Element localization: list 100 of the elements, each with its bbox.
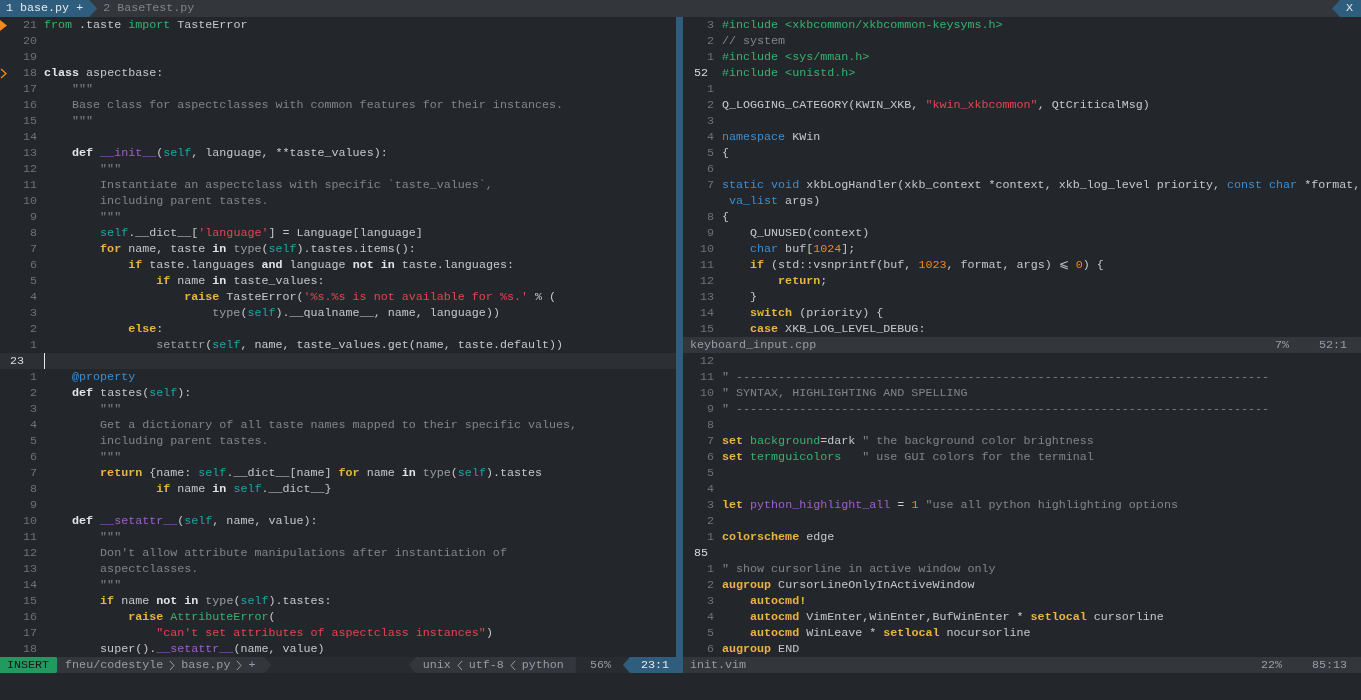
line-number: 17 [21, 81, 37, 97]
code-line: augroup END [722, 641, 800, 657]
code-line: else: [127, 321, 164, 337]
code-line: if name not in type(self).tastes: [99, 593, 332, 609]
code-line: let python_highlight_all = 1 "use all python highlighting options [722, 497, 1178, 513]
code-line: return {name: self.__dict__[name] for name in type(self).tastes [99, 465, 543, 481]
scroll-percent: 56% [588, 657, 612, 673]
tab[interactable]: 1 base.py + [0, 0, 98, 17]
line-number: 3 [706, 113, 714, 129]
line-number: 12 [21, 161, 37, 177]
line-number: 7 [706, 177, 714, 193]
line-number: 5 [29, 273, 37, 289]
line-number: 10 [698, 385, 714, 401]
code-line: namespace KWin [722, 129, 821, 145]
code-line: from .taste import TasteError [44, 17, 248, 33]
cursor-position: 85:13 [1311, 657, 1347, 673]
line-number: 14 [21, 129, 37, 145]
line-number: 18 [21, 65, 37, 81]
line-number: 12 [698, 353, 714, 369]
code-line: set termguicolors " use GUI colors for the terminal [722, 449, 1094, 465]
line-number: 1 [706, 81, 714, 97]
code-line: """ [99, 449, 122, 465]
code-line: """ [99, 209, 122, 225]
line-number: 12 [21, 545, 37, 561]
line-number: 11 [21, 177, 37, 193]
line-number: 4 [706, 609, 714, 625]
path-label: + [248, 657, 256, 673]
code-line: """ [99, 529, 122, 545]
code-line: including parent tastes. [99, 433, 269, 449]
code-line: """ [99, 401, 122, 417]
code-line: " ---------------------------------------------------------------------------- [722, 369, 1270, 385]
code-line: #include <unistd.h> [722, 65, 856, 81]
code-line: including parent tastes. [99, 193, 269, 209]
chevron-left-icon [509, 659, 516, 671]
text-cursor [44, 353, 45, 369]
code-line: Q_LOGGING_CATEGORY(KWIN_XKB, "kwin_xkbcommon", QtCriticalMsg) [722, 97, 1150, 113]
line-number: 2 [29, 385, 37, 401]
line-number: 4 [706, 481, 714, 497]
code-line: """ [99, 577, 122, 593]
code-line: #include <sys/mman.h> [722, 49, 870, 65]
file-info: unix [422, 657, 451, 673]
line-number: 20 [21, 33, 37, 49]
line-number: 1 [706, 561, 714, 577]
tab[interactable]: 2 BaseTest.py [97, 0, 209, 17]
line-number: 7 [29, 241, 37, 257]
line-number: 15 [21, 113, 37, 129]
line-number: 18 [21, 641, 37, 657]
code-line: "can't set attributes of aspectclass instances") [155, 625, 493, 641]
code-line: self.__dict__['language'] = Language[language] [99, 225, 423, 241]
line-number: 5 [706, 465, 714, 481]
line-number: 4 [29, 289, 37, 305]
line-number: 3 [706, 593, 714, 609]
code-line: autocmd WinLeave * setlocal nocursorline [749, 625, 1031, 641]
line-number: 12 [698, 273, 714, 289]
line-number: 4 [29, 417, 37, 433]
code-line: " SYNTAX, HIGHLIGHTING AND SPELLING [722, 385, 968, 401]
line-number: 6 [706, 161, 714, 177]
line-number: 9 [29, 209, 37, 225]
code-line: static void xkbLogHandler(xkb_context *context, xkb_log_level priority, const char *format, [722, 177, 1361, 193]
line-number: 1 [706, 529, 714, 545]
code-line: setattr(self, name, taste_values.get(name, taste.default)) [155, 337, 564, 353]
code-line: raise TasteError('%s.%s is not available for %s.' % ( [183, 289, 556, 305]
code-line: aspectclasses. [99, 561, 199, 577]
line-number: 4 [706, 129, 714, 145]
line-number: 52 [694, 65, 710, 81]
line-number: 10 [21, 513, 37, 529]
file-info: python [521, 657, 564, 673]
line-number: 3 [706, 497, 714, 513]
line-number: 11 [698, 369, 714, 385]
code-line: Instantiate an aspectclass with specific `taste_values`, [99, 177, 493, 193]
line-number: 8 [706, 417, 714, 433]
chevron-right-icon [169, 659, 176, 671]
code-line: if name in self.__dict__} [155, 481, 332, 497]
line-number: 2 [29, 321, 37, 337]
line-number: 6 [706, 641, 714, 657]
code-line: // system [722, 33, 786, 49]
code-line: case XKB_LOG_LEVEL_DEBUG: [749, 321, 926, 337]
line-number: 9 [29, 497, 37, 513]
cursor-position: 23:1 [622, 657, 683, 673]
code-line: """ [71, 81, 94, 97]
line-number: 3 [706, 17, 714, 33]
line-number: 17 [21, 625, 37, 641]
line-number: 16 [21, 97, 37, 113]
line-number: 9 [706, 401, 714, 417]
code-line: va_list args) [728, 193, 821, 209]
code-line: if taste.languages and language not in taste.languages: [127, 257, 514, 273]
code-line: { [722, 209, 729, 225]
code-line: { [722, 145, 729, 161]
code-line: switch (priority) { [749, 305, 884, 321]
line-number: 11 [698, 257, 714, 273]
line-number: 85 [694, 545, 710, 561]
file-name: keyboard_input.cpp [690, 337, 817, 353]
code-line: @property [71, 369, 136, 385]
code-line: """ [99, 161, 122, 177]
line-number: 8 [29, 225, 37, 241]
code-line: " ---------------------------------------------------------------------------- [722, 401, 1270, 417]
line-number: 21 [21, 17, 37, 33]
file-name: init.vim [690, 657, 747, 673]
close-button[interactable]: X [1332, 0, 1361, 17]
line-number: 10 [698, 241, 714, 257]
